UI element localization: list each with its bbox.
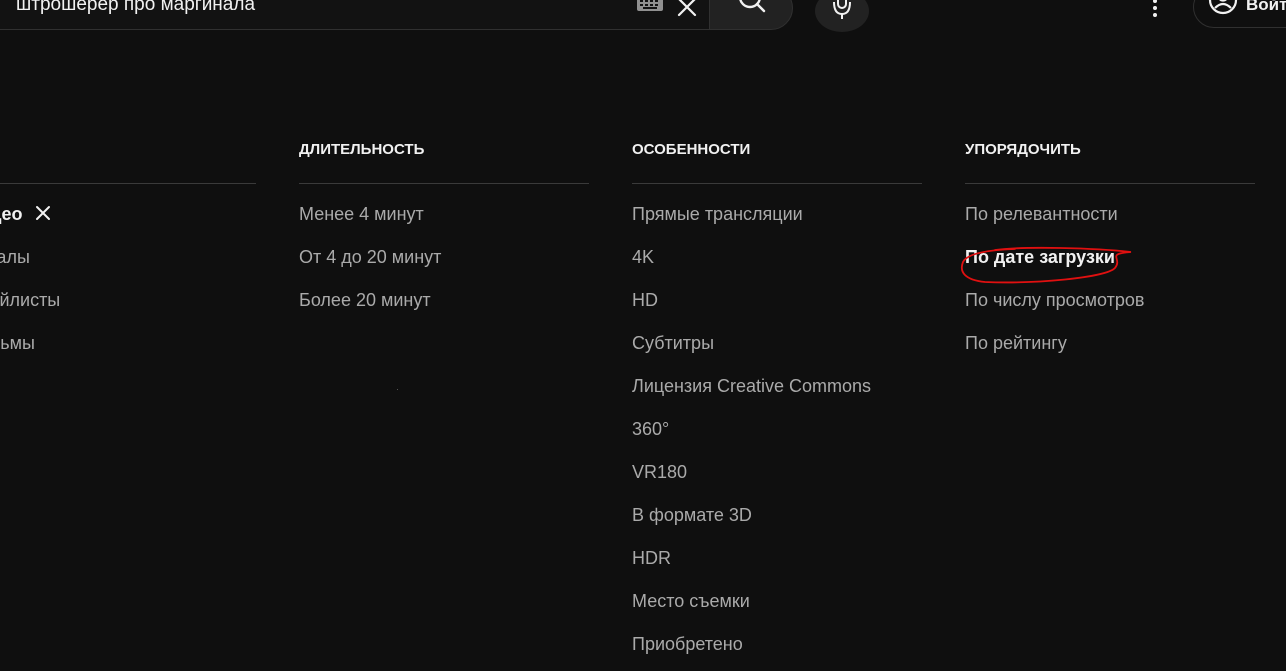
- filter-option-movies[interactable]: Фильмы: [0, 331, 256, 374]
- filter-option-over-20-min[interactable]: Более 20 минут: [299, 288, 589, 331]
- voice-search-button[interactable]: [815, 0, 869, 32]
- filter-heading-features: Особенности: [632, 141, 751, 158]
- filter-option-label: Видео: [0, 204, 23, 224]
- filter-option-video[interactable]: Видео: [0, 202, 256, 245]
- filter-option-live[interactable]: Прямые трансляции: [632, 202, 922, 245]
- microphone-icon: [833, 0, 851, 19]
- artifact-dot: [397, 389, 398, 390]
- divider: [632, 183, 922, 184]
- keyboard-icon[interactable]: [636, 0, 664, 12]
- filter-option-4-20-min[interactable]: От 4 до 20 минут: [299, 245, 589, 288]
- filter-option-subtitles[interactable]: Субтитры: [632, 331, 922, 374]
- search-input[interactable]: штрошерер про маргинала: [16, 0, 255, 16]
- filter-heading-sort: Упорядочить: [965, 141, 1081, 158]
- close-icon[interactable]: [676, 0, 698, 18]
- filter-option-under-4-min[interactable]: Менее 4 минут: [299, 202, 589, 245]
- filter-option-4k[interactable]: 4K: [632, 245, 922, 288]
- sort-option-upload-date[interactable]: По дате загрузки: [965, 245, 1255, 288]
- signin-button[interactable]: Войти: [1193, 0, 1286, 28]
- filter-column-type: Видео Каналы Плейлисты Фильмы: [0, 140, 256, 374]
- filter-option-playlists[interactable]: Плейлисты: [0, 288, 256, 331]
- filter-option-3d[interactable]: В формате 3D: [632, 503, 922, 546]
- search-filters-page: штрошерер про маргинала Войт ео алы йлис…: [0, 0, 1286, 671]
- search-button[interactable]: [709, 0, 793, 30]
- sort-option-view-count[interactable]: По числу просмотров: [965, 288, 1255, 331]
- account-circle-icon: [1208, 0, 1238, 15]
- sort-option-rating[interactable]: По рейтингу: [965, 331, 1255, 374]
- signin-label: Войти: [1246, 0, 1286, 14]
- more-vertical-icon[interactable]: [1144, 0, 1166, 20]
- close-icon[interactable]: [35, 205, 51, 221]
- divider: [299, 183, 589, 184]
- filter-option-hd[interactable]: HD: [632, 288, 922, 331]
- filter-heading-type: [0, 140, 256, 160]
- divider: [965, 183, 1255, 184]
- filter-option-purchased[interactable]: Приобретено: [632, 632, 922, 671]
- filter-column-sort: Упорядочить По релевантности По дате заг…: [965, 140, 1255, 374]
- divider: [0, 183, 256, 184]
- filter-option-hdr[interactable]: HDR: [632, 546, 922, 589]
- search-icon: [739, 0, 766, 13]
- filter-column-features: Особенности Прямые трансляции 4K HD Субт…: [632, 140, 922, 671]
- filter-option-vr180[interactable]: VR180: [632, 460, 922, 503]
- filter-heading-duration: Длительность: [299, 141, 425, 158]
- sort-option-relevance[interactable]: По релевантности: [965, 202, 1255, 245]
- filter-option-360[interactable]: 360°: [632, 417, 922, 460]
- filter-option-location[interactable]: Место съемки: [632, 589, 922, 632]
- filter-option-channels[interactable]: Каналы: [0, 245, 256, 288]
- filter-column-duration: Длительность Менее 4 минут От 4 до 20 ми…: [299, 140, 589, 331]
- filter-option-creative-commons[interactable]: Лицензия Creative Commons: [632, 374, 922, 417]
